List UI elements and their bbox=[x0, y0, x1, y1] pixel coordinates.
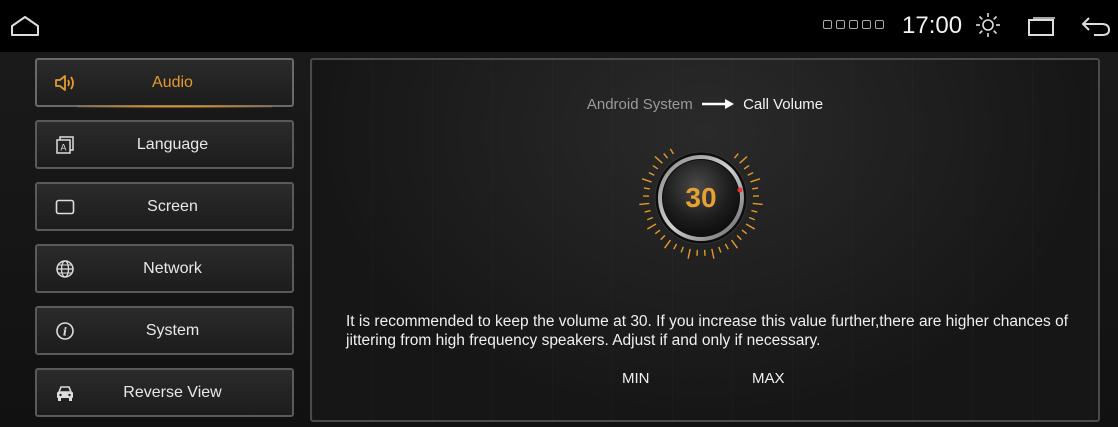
clock: 17:00 bbox=[902, 12, 963, 39]
wifi-icon bbox=[862, 20, 871, 29]
menu-item-language[interactable]: A Language bbox=[35, 120, 294, 169]
breadcrumb-current: Call Volume bbox=[743, 96, 824, 113]
menu-item-label: Reverse View bbox=[123, 383, 222, 401]
language-icon: A bbox=[53, 133, 77, 157]
menu-item-system[interactable]: i System bbox=[35, 306, 294, 355]
max-label: MAX bbox=[752, 370, 785, 387]
volume-knob[interactable]: 30 bbox=[636, 133, 766, 263]
menu-item-audio[interactable]: Audio bbox=[35, 58, 294, 108]
car-icon bbox=[53, 381, 77, 405]
info-icon: i bbox=[53, 319, 77, 343]
call-volume-panel: Android System Call Volume 30 It is reco… bbox=[310, 58, 1100, 422]
min-label: MIN bbox=[622, 370, 650, 387]
system-status-icons bbox=[823, 20, 884, 29]
menu-item-label: Language bbox=[136, 135, 209, 153]
volume-value: 30 bbox=[685, 182, 717, 213]
settings-content: Audio A Language Screen Network i System… bbox=[0, 52, 1118, 427]
notification-icon bbox=[836, 20, 845, 29]
svg-text:A: A bbox=[60, 143, 67, 153]
globe-icon bbox=[53, 257, 77, 281]
menu-item-label: System bbox=[145, 321, 200, 339]
menu-item-reverse-view[interactable]: Reverse View bbox=[35, 368, 294, 417]
menu-item-screen[interactable]: Screen bbox=[35, 182, 294, 231]
menu-item-label: Screen bbox=[147, 197, 198, 215]
home-icon[interactable] bbox=[10, 14, 40, 43]
recent-apps-icon[interactable] bbox=[1027, 17, 1057, 42]
back-icon[interactable] bbox=[1080, 14, 1112, 43]
breadcrumb: Android System Call Volume bbox=[312, 96, 1098, 114]
brightness-icon[interactable] bbox=[975, 12, 1001, 43]
arrow-right-icon bbox=[701, 97, 735, 114]
status-bar: 17:00 bbox=[0, 0, 1118, 52]
menu-item-label: Audio bbox=[152, 73, 193, 91]
speaker-icon bbox=[53, 71, 77, 95]
breadcrumb-parent: Android System bbox=[586, 96, 693, 113]
screen-icon bbox=[53, 195, 77, 219]
sim-icon bbox=[823, 20, 832, 29]
menu-item-network[interactable]: Network bbox=[35, 244, 294, 293]
volume-recommendation-text: It is recommended to keep the volume at … bbox=[346, 313, 1069, 349]
svg-text:i: i bbox=[63, 325, 67, 338]
signal-icon bbox=[875, 20, 884, 29]
menu-item-label: Network bbox=[143, 259, 202, 277]
location-icon bbox=[849, 20, 858, 29]
